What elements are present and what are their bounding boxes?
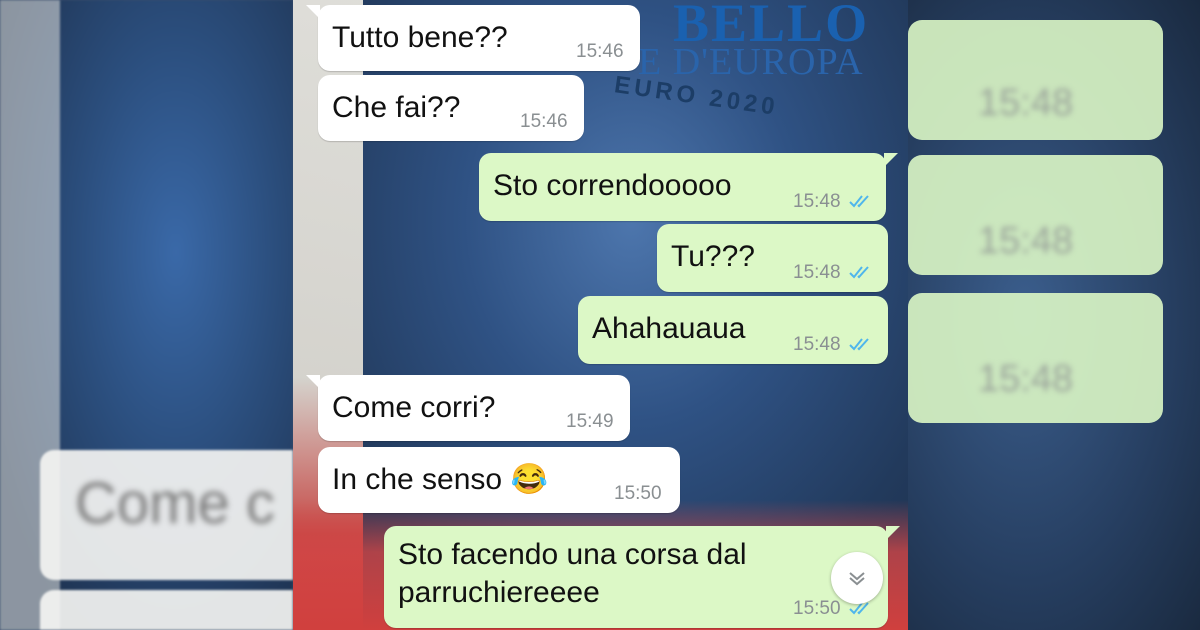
bubble-tail: [306, 5, 320, 19]
message-time: 15:48: [793, 334, 841, 355]
message-text: Ahahauaua: [592, 312, 746, 345]
message-time: 15:49: [566, 411, 614, 432]
blurred-time: 15:48: [978, 82, 1074, 124]
chevron-down-icon: [849, 572, 865, 586]
message-text: Sto facendo una corsa dal parruchiereeee: [398, 538, 747, 609]
bubble-tail: [886, 526, 900, 540]
message-time: 15:46: [520, 111, 568, 132]
message-time: 15:48: [793, 191, 841, 212]
blurred-left-background: Come c: [0, 0, 293, 630]
bubble-tail: [884, 153, 898, 167]
message-time: 15:46: [576, 41, 624, 62]
message-time: 15:50: [614, 483, 662, 504]
message-text: Tutto bene??: [332, 21, 508, 54]
message-text: Che fai??: [332, 91, 461, 124]
bubble-tail: [306, 375, 320, 389]
incoming-message[interactable]: In che senso 😂 15:50: [318, 447, 680, 513]
double-check-icon: [849, 264, 877, 280]
outgoing-message[interactable]: Sto correndooooo 15:48: [479, 153, 898, 221]
message-text: Sto correndooooo: [493, 169, 732, 202]
outgoing-message[interactable]: Sto facendo una corsa dal parruchiereeee…: [384, 526, 900, 628]
blurred-right-background: 15:48 15:48 15:48: [908, 0, 1200, 630]
blurred-bubble: [40, 590, 293, 630]
double-check-icon: [849, 336, 877, 352]
message-time: 15:50: [793, 598, 841, 619]
blurred-time: 15:48: [978, 358, 1074, 400]
blurred-message-text: Come c: [75, 471, 275, 536]
message-time: 15:48: [793, 262, 841, 283]
message-text: In che senso 😂: [332, 463, 548, 496]
outgoing-message[interactable]: Ahahauaua 15:48: [578, 296, 888, 364]
message-text: Come corri?: [332, 391, 496, 424]
incoming-message[interactable]: Che fai?? 15:46: [318, 75, 584, 141]
blurred-time: 15:48: [978, 220, 1074, 262]
incoming-message[interactable]: Come corri? 15:49: [306, 375, 630, 441]
outgoing-message[interactable]: Tu??? 15:48: [657, 224, 888, 292]
incoming-message[interactable]: Tutto bene?? 15:46: [306, 5, 640, 71]
message-text: Tu???: [671, 240, 755, 273]
double-check-icon: [849, 193, 877, 209]
scroll-down-button[interactable]: [831, 552, 883, 604]
newspaper-subhead: E D'EUROPA: [638, 41, 864, 83]
